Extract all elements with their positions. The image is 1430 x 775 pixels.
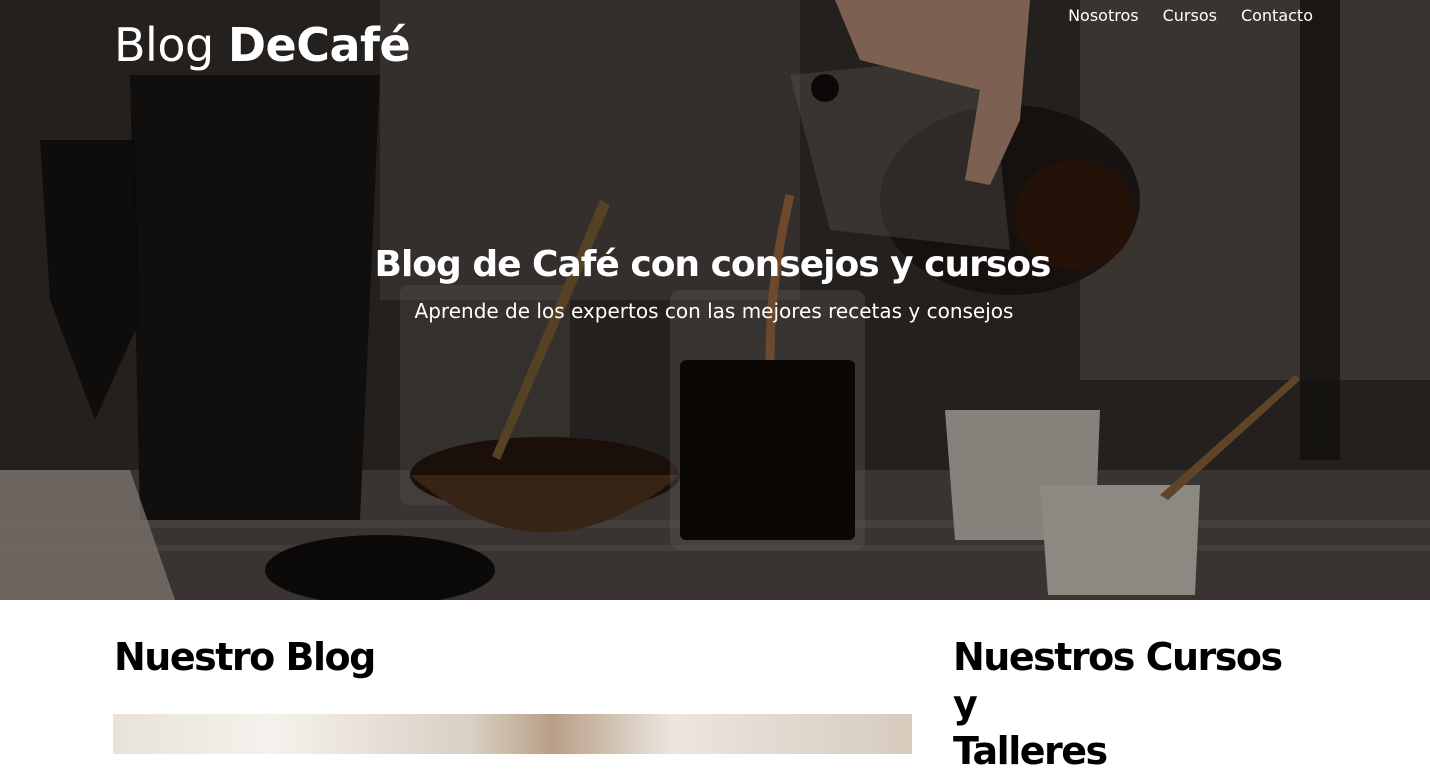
blog-section-title: Nuestro Blog <box>114 635 376 679</box>
hero-title: Blog de Café con consejos y cursos <box>374 244 1052 285</box>
main-nav: Nosotros Cursos Contacto <box>1068 6 1313 25</box>
courses-section: Nuestros Cursos y Talleres <box>953 634 1313 775</box>
logo-light-text: Blog <box>114 18 228 72</box>
courses-title-line1: Nuestros Cursos y <box>953 635 1283 726</box>
logo-bold-text: DeCafé <box>227 18 411 72</box>
hero-text-block: Blog de Café con consejos y cursos Apren… <box>0 244 1430 323</box>
blog-section: Nuestro Blog <box>114 634 912 681</box>
main-content: Nuestro Blog Nuestros Cursos y Talleres <box>0 600 1430 773</box>
hero-banner: Blog DeCafé Nosotros Cursos Contacto Blo… <box>0 0 1430 600</box>
blog-post-image[interactable] <box>113 714 912 754</box>
nav-link-cursos[interactable]: Cursos <box>1163 6 1217 25</box>
nav-link-contacto[interactable]: Contacto <box>1241 6 1313 25</box>
site-header: Blog DeCafé Nosotros Cursos Contacto <box>0 0 1430 90</box>
site-logo[interactable]: Blog DeCafé <box>114 18 411 72</box>
courses-section-title: Nuestros Cursos y Talleres <box>953 634 1313 775</box>
courses-title-line2: Talleres <box>953 729 1108 773</box>
hero-subtitle: Aprende de los expertos con las mejores … <box>414 299 1014 323</box>
nav-link-nosotros[interactable]: Nosotros <box>1068 6 1139 25</box>
